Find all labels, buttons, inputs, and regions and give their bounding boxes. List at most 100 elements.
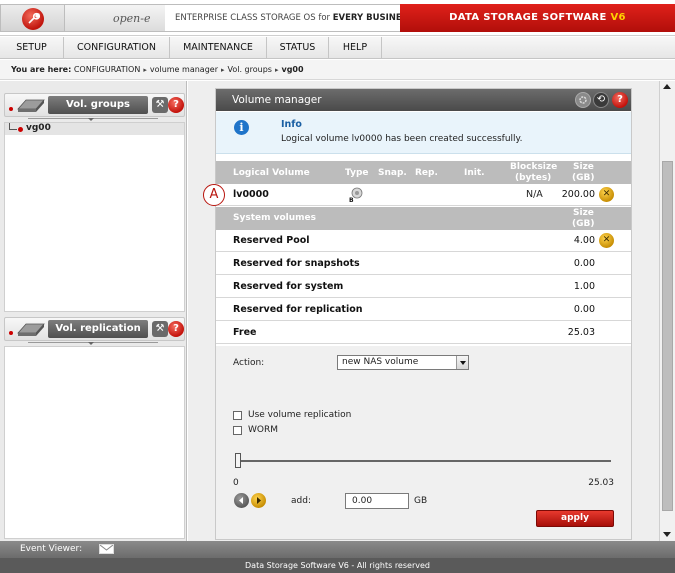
tree-item-vg00[interactable]: vg00 xyxy=(5,123,184,135)
system-row-name: Reserved for replication xyxy=(233,304,363,315)
col-size: Size xyxy=(573,162,594,172)
chevron-down-icon xyxy=(456,356,468,369)
system-row: Reserved for snapshots 0.00 xyxy=(216,253,631,275)
lv-blocksize: N/A xyxy=(526,189,543,200)
scroll-up-arrow-icon[interactable] xyxy=(663,84,671,89)
system-row: Reserved Pool 4.00 ✕ xyxy=(216,230,631,252)
menu-maintenance[interactable]: MAINTENANCE xyxy=(170,37,267,59)
use-volume-replication-checkbox[interactable] xyxy=(233,411,242,420)
add-size-value: 0.00 xyxy=(352,496,373,506)
col-snap: Snap. xyxy=(378,168,407,178)
worm-checkbox[interactable] xyxy=(233,426,242,435)
volume-manager-header: Volume manager ⟲ ? xyxy=(216,89,631,111)
banner-text: DATA STORAGE SOFTWARE xyxy=(449,12,607,23)
event-viewer-label: Event Viewer: xyxy=(20,544,83,554)
lv-row[interactable]: lv0000 B N/A 200.00 ✕ xyxy=(216,184,631,206)
help-icon[interactable]: ? xyxy=(612,92,628,108)
menu-help[interactable]: HELP xyxy=(329,37,382,59)
col-size-unit: (GB) xyxy=(572,173,595,183)
menu-setup[interactable]: SETUP xyxy=(0,37,64,59)
breadcrumb-item[interactable]: Vol. groups xyxy=(228,65,272,74)
system-row-name: Reserved Pool xyxy=(233,235,310,246)
product-banner: DATA STORAGE SOFTWARE V6 xyxy=(400,4,675,32)
left-sidebar: Vol. groups ⚒ ? vg00 Vol. replication ⚒ … xyxy=(0,81,187,541)
info-title: Info xyxy=(281,119,302,130)
menu-bar: SETUP CONFIGURATION MAINTENANCE STATUS H… xyxy=(0,37,675,59)
system-row-name: Free xyxy=(233,327,257,338)
system-row-name: Reserved for system xyxy=(233,281,344,292)
delete-volume-icon[interactable]: ✕ xyxy=(599,187,614,202)
size-slider-thumb[interactable] xyxy=(235,453,241,468)
col-blocksize-unit: (bytes) xyxy=(515,173,552,183)
help-icon[interactable]: ? xyxy=(168,321,184,337)
volume-manager-title: Volume manager xyxy=(232,94,322,106)
scrollbar-thumb[interactable] xyxy=(662,161,673,511)
system-row: Reserved for system 1.00 xyxy=(216,276,631,298)
footer: Data Storage Software V6 - All rights re… xyxy=(0,558,675,573)
svg-text:B: B xyxy=(349,197,354,203)
wrench-icon[interactable]: ⚒ xyxy=(152,97,168,113)
col-blocksize: Blocksize xyxy=(510,162,558,172)
hard-disk-icon xyxy=(17,99,45,112)
annotation-marker: A xyxy=(203,184,225,206)
decrease-arrow-icon[interactable] xyxy=(234,493,249,508)
size-slider-track[interactable] xyxy=(238,460,611,462)
info-message-box: i Info Logical volume lv0000 has been cr… xyxy=(216,112,631,154)
menu-status[interactable]: STATUS xyxy=(267,37,329,59)
breadcrumb-item[interactable]: CONFIGURATION xyxy=(74,65,141,74)
panel-dot-icon xyxy=(9,331,13,335)
vol-groups-panel-header: Vol. groups ⚒ ? xyxy=(4,93,185,117)
brand-box: open-e xyxy=(65,4,165,32)
volume-manager-panel: Volume manager ⟲ ? i Info Logical volume… xyxy=(215,88,632,540)
action-area: Action: new NAS volume Use volume replic… xyxy=(216,346,631,539)
event-viewer-bar: Event Viewer: xyxy=(0,541,675,558)
envelope-icon[interactable] xyxy=(99,544,114,554)
breadcrumb: You are here: CONFIGURATION ▸ volume manag… xyxy=(0,60,675,80)
menu-configuration[interactable]: CONFIGURATION xyxy=(64,37,170,59)
use-volume-replication-label: Use volume replication xyxy=(248,410,352,420)
add-unit-label: GB xyxy=(414,496,428,506)
increase-arrow-icon[interactable] xyxy=(251,493,266,508)
breadcrumb-item[interactable]: volume manager xyxy=(150,65,218,74)
system-row-name: Reserved for snapshots xyxy=(233,258,360,269)
system-row-value: 0.00 xyxy=(573,304,595,315)
vol-groups-title: Vol. groups xyxy=(48,96,148,114)
hard-disk-icon xyxy=(17,323,45,336)
settings-gear-icon[interactable] xyxy=(575,92,591,108)
system-row-value: 0.00 xyxy=(573,258,595,269)
info-icon: i xyxy=(234,120,249,135)
add-label: add: xyxy=(291,496,311,506)
col-size-unit: (GB) xyxy=(572,219,595,229)
panel-dot-icon xyxy=(9,107,13,111)
top-header: open-e ENTERPRISE CLASS STORAGE OS for E… xyxy=(0,0,675,36)
info-message: Logical volume lv0000 has been created s… xyxy=(281,134,523,144)
banner-version: V6 xyxy=(610,12,626,23)
tree-node-icon xyxy=(18,127,23,132)
tagline: ENTERPRISE CLASS STORAGE OS for EVERY BU… xyxy=(175,13,414,23)
delete-pool-icon[interactable]: ✕ xyxy=(599,233,614,248)
add-size-input[interactable]: 0.00 xyxy=(345,493,409,509)
apply-button[interactable]: apply xyxy=(536,510,614,527)
help-icon[interactable]: ? xyxy=(168,97,184,113)
col-rep: Rep. xyxy=(415,168,438,178)
system-volumes-header: System volumes Size (GB) xyxy=(216,207,631,230)
vol-replication-body xyxy=(4,346,185,539)
vertical-scrollbar[interactable] xyxy=(659,81,675,541)
breadcrumb-separator-icon: ▸ xyxy=(220,66,225,74)
scroll-down-arrow-icon[interactable] xyxy=(663,532,671,537)
refresh-icon[interactable]: ⟲ xyxy=(593,92,609,108)
slider-min-label: 0 xyxy=(233,478,239,488)
vol-replication-title: Vol. replication xyxy=(48,320,148,338)
col-logical-volume: Logical Volume xyxy=(233,168,310,178)
tree-branch-icon xyxy=(9,123,17,130)
breadcrumb-separator-icon: ▸ xyxy=(274,66,279,74)
action-label: Action: xyxy=(233,358,265,368)
brand-logo-text: open-e xyxy=(113,12,151,25)
action-select[interactable]: new NAS volume xyxy=(337,355,469,370)
wrench-logo-icon xyxy=(22,8,44,30)
tree-item-label: vg00 xyxy=(26,123,51,133)
lv-name: lv0000 xyxy=(233,189,269,200)
breadcrumb-current: vg00 xyxy=(281,65,304,74)
system-row-value: 25.03 xyxy=(567,327,595,338)
wrench-icon[interactable]: ⚒ xyxy=(152,321,168,337)
